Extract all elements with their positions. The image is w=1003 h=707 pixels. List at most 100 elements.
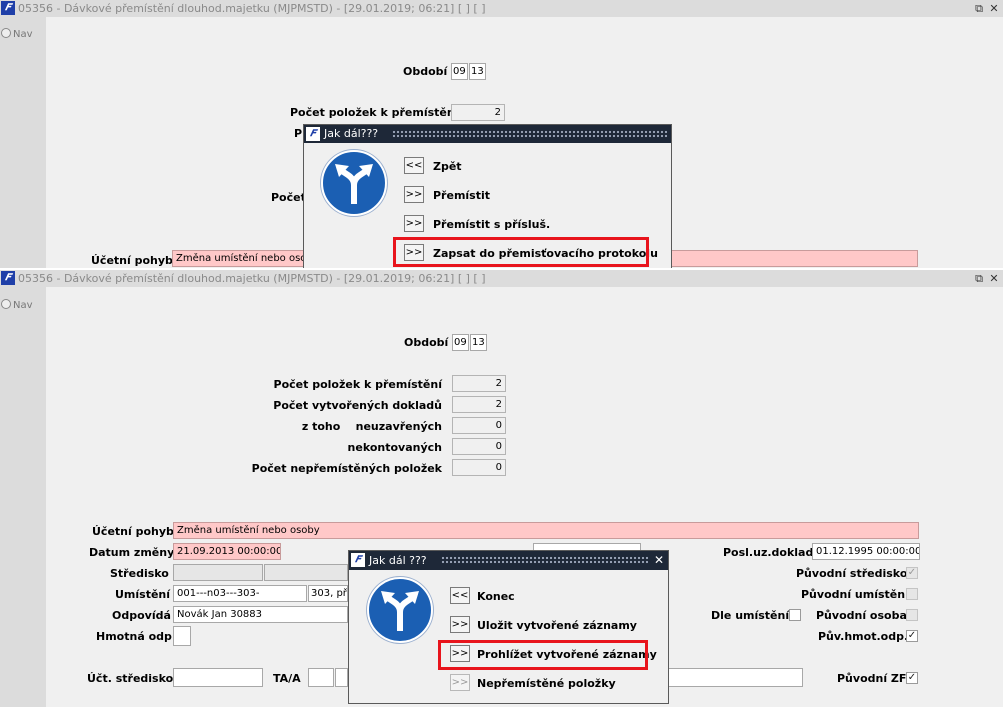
ulozit-zaznamy-label: Uložit vytvořené záznamy: [477, 619, 637, 632]
nav-label: Nav: [13, 29, 33, 40]
nav-button[interactable]: Nav: [1, 28, 33, 40]
stat-label-2: z toho neuzavřených: [301, 420, 442, 433]
puvodni-umisteni-checkbox[interactable]: [906, 588, 918, 600]
title-pattern: [441, 556, 648, 564]
puvodni-osoba-label: Původní osoba: [816, 609, 907, 622]
premistit-button[interactable]: >>: [404, 186, 424, 203]
nav-label: Nav: [13, 300, 33, 311]
stat-field-0: 2: [452, 375, 506, 392]
app-icon: 𝑭: [1, 1, 15, 15]
app-icon: 𝑭: [306, 127, 320, 141]
stat-field-2: 0: [452, 417, 506, 434]
ucetni-pohyb-label: Účetní pohyb: [91, 254, 173, 267]
close-icon[interactable]: ✕: [654, 551, 664, 570]
close-icon[interactable]: ✕: [987, 0, 1001, 17]
dialog-title: Jak dál???: [324, 127, 379, 140]
odpovida-field[interactable]: Novák Jan 30883: [173, 606, 348, 623]
zpet-label: Zpět: [433, 160, 462, 173]
app-icon: 𝑭: [351, 553, 365, 567]
title-bar-2: 𝑭 05356 - Dávkové přemístění dlouhod.maj…: [0, 270, 1003, 287]
nav-radio-icon: [1, 299, 11, 309]
dialog-title: Jak dál ???: [369, 554, 427, 567]
datum-zmeny-field[interactable]: 21.09.2013 00:00:00: [173, 543, 281, 560]
nepremistene-polozky-label: Nepřemístěné položky: [477, 677, 616, 690]
puvodni-zf-label: Původní ZF: [837, 672, 907, 685]
title-pattern: [392, 130, 667, 138]
obdobi-year-field[interactable]: 13: [470, 334, 487, 351]
stat-field-3: 0: [452, 438, 506, 455]
window-title: 05356 - Dávkové přemístění dlouhod.majet…: [18, 2, 486, 15]
direction-sign-icon: [321, 150, 387, 216]
nav-radio-icon: [1, 28, 11, 38]
left-panel-1: Nav: [0, 17, 46, 268]
dialog-jak-dal-2: 𝑭 Jak dál ??? ✕ << Konec >> Uložit vytvo…: [348, 550, 669, 704]
hmotna-odp-label: Hmotná odp.: [96, 630, 177, 643]
puvodni-zf-checkbox[interactable]: ✓: [906, 672, 918, 684]
konec-button[interactable]: <<: [450, 587, 470, 604]
highlight-box-1: [393, 237, 649, 267]
konec-label: Konec: [477, 590, 515, 603]
dialog-title-bar: 𝑭 Jak dál ??? ✕: [349, 551, 668, 570]
obdobi-month-field[interactable]: 09: [451, 63, 468, 80]
obdobi-label: Období: [404, 336, 449, 349]
direction-sign-icon: [367, 577, 433, 643]
pocet-polozek-field: 2: [451, 104, 505, 121]
umisteni-label: Umístění: [115, 588, 171, 601]
premistit-s-prislus-button[interactable]: >>: [404, 215, 424, 232]
nepremistene-polozky-button[interactable]: >>: [450, 674, 470, 691]
hmotna-odp-field[interactable]: [173, 626, 191, 646]
fork-arrow-icon: [381, 591, 419, 631]
app-icon: 𝑭: [1, 271, 15, 285]
dle-umisteni-label: Dle umístění: [711, 609, 790, 622]
premistit-s-prislus-label: Přemístit s přísluš.: [433, 218, 551, 231]
posl-uz-doklad-field[interactable]: 01.12.1995 00:00:00: [812, 543, 920, 560]
nav-button[interactable]: Nav: [1, 299, 33, 311]
restore-icon[interactable]: ⧉: [972, 270, 986, 287]
window-title: 05356 - Dávkové přemístění dlouhod.majet…: [18, 272, 486, 285]
puvodni-stredisko-checkbox[interactable]: ✓: [906, 567, 918, 579]
puv-hmot-odp-checkbox[interactable]: ✓: [906, 630, 918, 642]
stredisko-name-field[interactable]: [264, 564, 348, 581]
puvodni-umisteni-label: Původní umístění: [801, 588, 909, 601]
partial-label-2: Počet: [271, 191, 306, 204]
fork-arrow-icon: [335, 164, 373, 204]
obdobi-month-field[interactable]: 09: [452, 334, 469, 351]
puvodni-stredisko-label: Původní středisko: [796, 567, 908, 580]
stat-label-1: Počet vytvořených dokladů: [273, 399, 442, 412]
pocet-polozek-label: Počet položek k přemístění: [290, 106, 459, 119]
puv-hmot-odp-label: Pův.hmot.odp.: [818, 630, 909, 643]
stredisko-field[interactable]: [173, 564, 263, 581]
datum-zmeny-label: Datum změny: [89, 546, 175, 559]
uct-stredisko-label: Účt. středisko: [87, 672, 174, 685]
a-field[interactable]: [335, 668, 348, 687]
dle-umisteni-checkbox[interactable]: [789, 609, 801, 621]
highlight-box-2: [438, 640, 648, 670]
uct-stredisko-field[interactable]: [173, 668, 263, 687]
posl-uz-doklad-label: Posl.uz.doklad: [723, 546, 814, 559]
stat-label-3: nekontovaných: [347, 441, 442, 454]
restore-icon[interactable]: ⧉: [972, 0, 986, 17]
stat-field-1: 2: [452, 396, 506, 413]
puvodni-osoba-checkbox[interactable]: [906, 609, 918, 621]
umisteni-name-field[interactable]: 303, pře: [308, 585, 348, 602]
ulozit-zaznamy-button[interactable]: >>: [450, 616, 470, 633]
left-panel-2: Nav: [0, 287, 46, 707]
dialog-title-bar: 𝑭 Jak dál???: [304, 125, 671, 143]
premistit-label: Přemístit: [433, 189, 491, 202]
partial-label-1: P: [294, 127, 303, 140]
title-bar-1: 𝑭 05356 - Dávkové přemístění dlouhod.maj…: [0, 0, 1003, 17]
obdobi-year-field[interactable]: 13: [469, 63, 486, 80]
stat-label-4: Počet nepřemístěných položek: [251, 462, 442, 475]
close-icon[interactable]: ✕: [987, 270, 1001, 287]
zpet-button[interactable]: <<: [404, 157, 424, 174]
odpovida-label: Odpovídá: [112, 609, 171, 622]
stredisko-label: Středisko: [110, 567, 169, 580]
ucetni-pohyb-field[interactable]: Změna umístění nebo osoby: [173, 522, 919, 539]
stat-field-4: 0: [452, 459, 506, 476]
ucetni-pohyb-label: Účetní pohyb: [92, 525, 174, 538]
umisteni-field[interactable]: 001---n03---303-: [173, 585, 307, 602]
ta-a-label: TA/A: [273, 672, 301, 685]
obdobi-label: Období: [403, 65, 448, 78]
extra-field[interactable]: [666, 668, 803, 687]
ta-field[interactable]: [308, 668, 334, 687]
